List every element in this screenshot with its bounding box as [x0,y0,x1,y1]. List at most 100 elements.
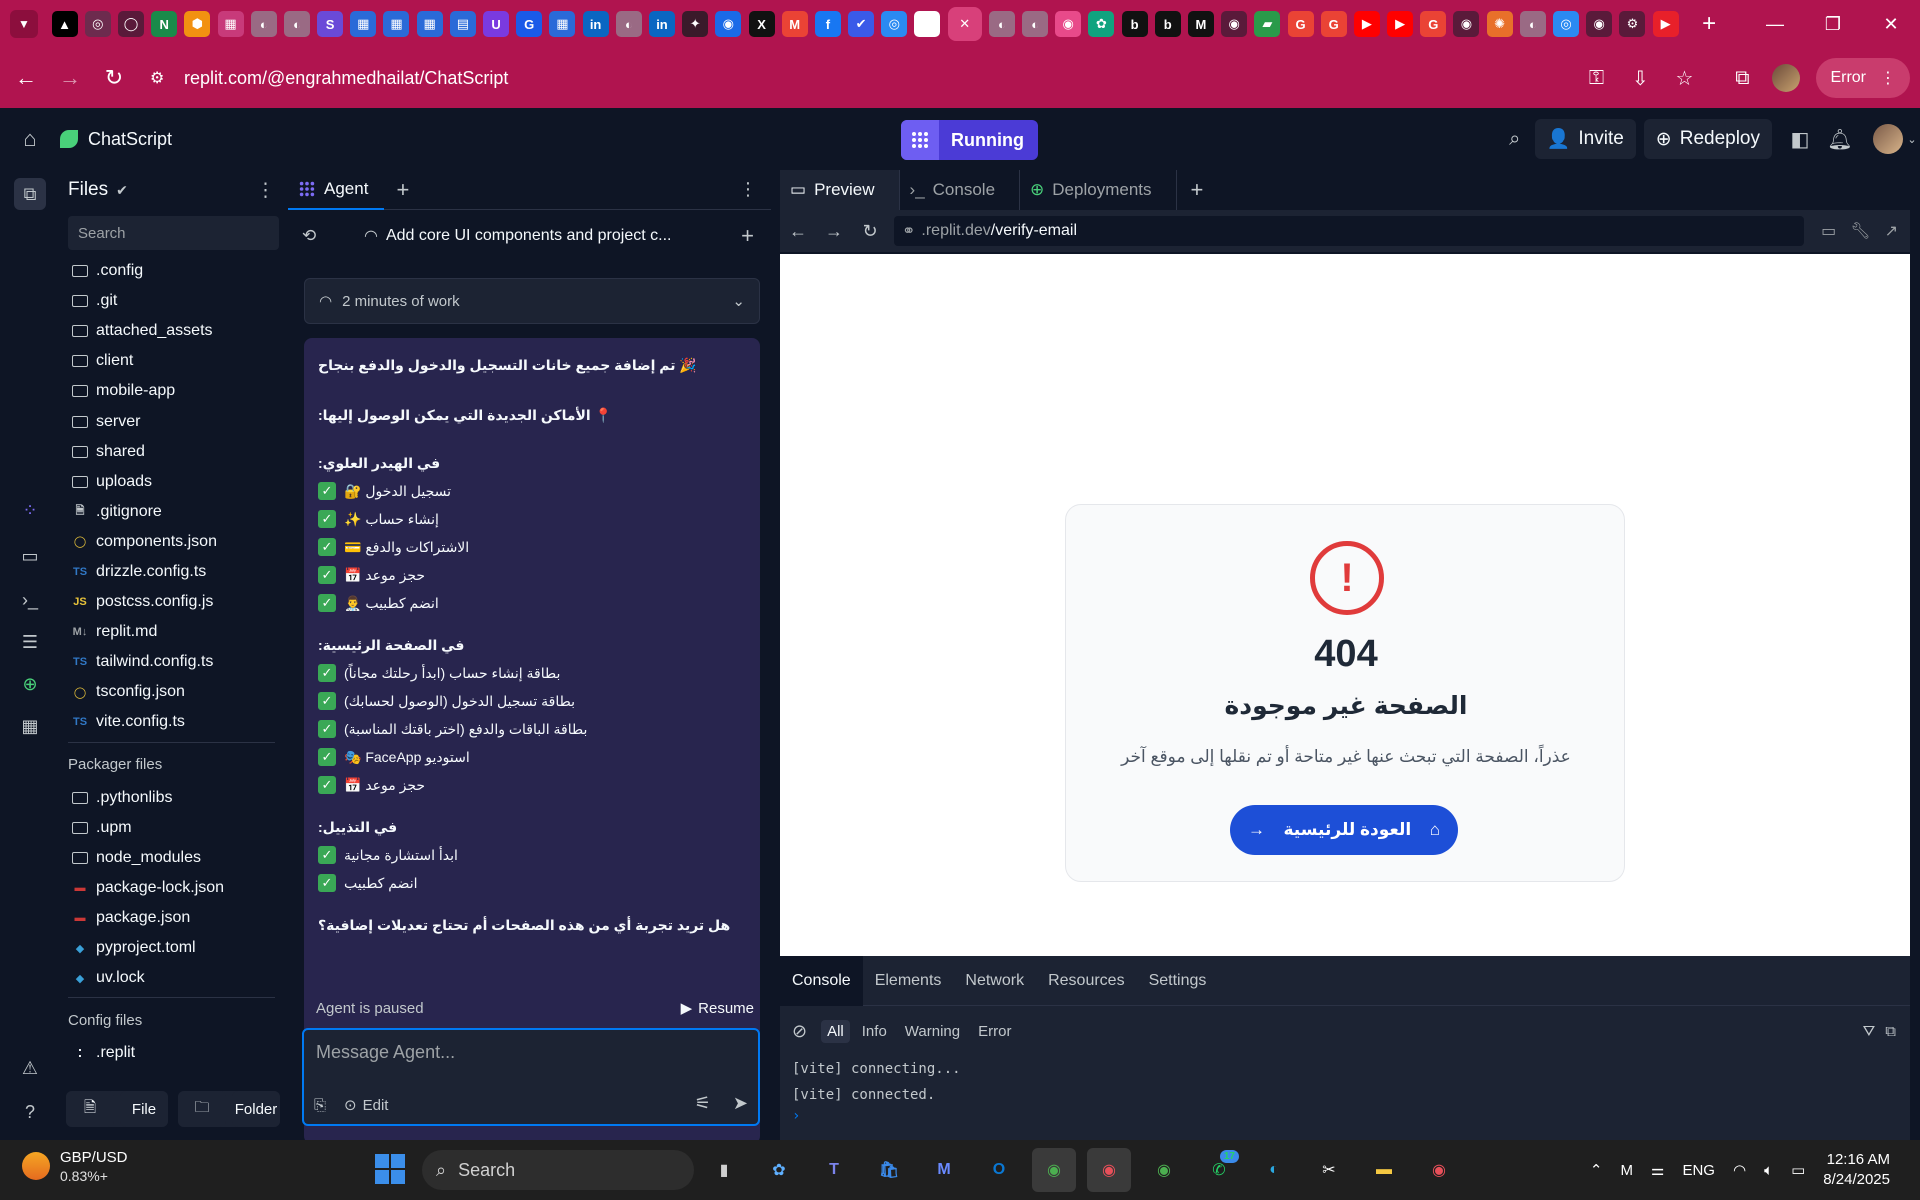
tab-favicon-2-icon[interactable]: ◎ [84,11,111,37]
tab-favicon-32-icon[interactable]: b [1121,11,1148,37]
install-app-icon[interactable]: ⇩ [1618,56,1662,100]
tray-app-icon[interactable]: M [1621,1162,1634,1179]
thread-title[interactable]: Add core UI components and project c... [386,227,671,245]
file-tree-item[interactable]: ◯ tsconfig.json [60,677,283,707]
tab-favicon-29-icon[interactable]: ◐ [1022,11,1049,37]
home-icon[interactable]: ⌂ [0,126,60,152]
copy-logs-icon[interactable]: ⧉ [1885,1023,1896,1040]
packager-file-item[interactable]: .pythonlibs [60,783,283,813]
console-tool-icon[interactable]: ›_ [14,584,46,616]
tab-favicon-10-icon[interactable]: ▦ [350,11,377,37]
tab-favicon-6-icon[interactable]: ▦ [217,11,244,37]
file-tree-item[interactable]: client [60,346,283,376]
tab-favicon-11-icon[interactable]: ▦ [383,11,410,37]
wifi-icon[interactable]: ◠ [1733,1161,1746,1179]
packager-file-item[interactable]: node_modules [60,843,283,873]
all-tools-icon[interactable]: ▦ [14,710,46,742]
tab-favicon-25-icon[interactable]: ✔ [848,11,875,37]
devtools-wrench-icon[interactable]: 🔧︎ [1850,221,1870,241]
devtools-tab-console[interactable]: Console [780,955,863,1006]
files-menu-icon[interactable]: ⋮ [256,179,275,202]
clock[interactable]: 12:16 AM 8/24/2025 [1823,1150,1890,1190]
chrome-red-icon[interactable]: ◉ [1417,1148,1461,1192]
tab-favicon-19-icon[interactable]: in [648,11,675,37]
packager-file-item[interactable]: ▬ package.json [60,903,283,933]
new-thread-button[interactable]: + [741,223,754,249]
packager-file-item[interactable]: ▬ package-lock.json [60,873,283,903]
copilot-icon[interactable]: ✿ [757,1148,801,1192]
tab-search-button[interactable]: ▼ [0,0,48,48]
file-explorer-icon[interactable]: ▬ [1362,1148,1406,1192]
file-tree-item[interactable]: M↓ replit.md [60,617,283,647]
tab-favicon-15-icon[interactable]: G [516,11,543,37]
back-button[interactable]: ← [8,60,44,96]
tab-favicon-42-icon[interactable]: ◉ [1453,11,1480,37]
taskbar-search[interactable]: ⌕ Search [422,1150,694,1190]
store-icon[interactable]: 🛍︎ [867,1148,911,1192]
tab-favicon-18-icon[interactable]: ◐ [615,11,642,37]
tab-favicon-28-icon[interactable]: ◐ [988,11,1015,37]
agent-tool-icon[interactable]: ⁘ [14,494,46,526]
whatsapp-icon[interactable]: ✆ 17 [1197,1148,1241,1192]
new-pane-tab-button[interactable]: + [396,177,409,203]
deployments-tool-icon[interactable]: ⊕ [14,668,46,700]
tab-favicon-4-icon[interactable]: N [151,11,178,37]
tab-favicon-44-icon[interactable]: ◐ [1519,11,1546,37]
tab-favicon-34-icon[interactable]: M [1187,11,1214,37]
chrome-alt-icon[interactable]: ◉ [1142,1148,1186,1192]
key-icon[interactable]: ⚿ [1574,56,1618,100]
tab-favicon-22-icon[interactable]: X [748,11,775,37]
search-icon[interactable]: ⌕ [1495,119,1535,159]
preview-back-icon[interactable]: ← [780,221,816,242]
devtools-tab-resources[interactable]: Resources [1036,956,1136,1006]
devtools-tab-elements[interactable]: Elements [863,956,954,1006]
back-home-button[interactable]: → العودة للرئيسية ⌂ [1230,805,1458,855]
tab-favicon-9-icon[interactable]: S [317,11,344,37]
file-tree-item[interactable]: .config [60,256,283,286]
chrome-icon[interactable]: ◉ [1032,1148,1076,1192]
mail-app-icon[interactable]: M [922,1148,966,1192]
tab-favicon-14-icon[interactable]: U [483,11,510,37]
tab-favicon-24-icon[interactable]: f [814,11,841,37]
outlook-icon[interactable]: O [977,1148,1021,1192]
maximize-button[interactable]: ❐ [1804,0,1862,48]
volume-icon[interactable]: 🔈︎ [1764,1162,1773,1179]
preview-url-input[interactable]: ⚭ .replit.dev/verify-email [894,216,1804,246]
tab-favicon-36-icon[interactable]: ▰ [1254,11,1281,37]
files-tool-icon[interactable]: ⧉ [14,178,46,210]
redeploy-button[interactable]: ⊕ Redeploy [1643,119,1772,159]
edit-mode-button[interactable]: ⊙ Edit [344,1096,388,1115]
tray-overflow-icon[interactable]: ⌃ [1590,1161,1603,1179]
tab-favicon-41-icon[interactable]: G [1420,11,1447,37]
tab-favicon-27-icon[interactable]: i [914,11,941,37]
file-tree-item[interactable]: TS tailwind.config.ts [60,647,283,677]
windows-start-icon[interactable] [375,1154,405,1184]
tab-favicon-5-icon[interactable]: ⬢ [184,11,211,37]
layout-toggle-icon[interactable]: ◧ [1780,119,1820,159]
new-tab-button[interactable]: + [1692,7,1726,41]
send-icon[interactable]: ➤ [733,1093,748,1114]
file-tree-item[interactable]: attached_assets [60,316,283,346]
invite-button[interactable]: 👤 Invite [1534,119,1636,159]
config-file-item[interactable]: ⁚ .replit [60,1038,283,1068]
tab-favicon-48-icon[interactable]: ▶ [1652,11,1679,37]
tab-favicon-35-icon[interactable]: ◉ [1221,11,1248,37]
tab-favicon-1-icon[interactable]: ▲ [51,11,78,37]
notifications-bell-icon[interactable]: 🔔︎ [1820,119,1860,159]
teams-icon[interactable]: T [812,1148,856,1192]
tab-favicon-40-icon[interactable]: ▶ [1387,11,1414,37]
files-search-input[interactable]: Search [68,216,279,250]
packager-file-item[interactable]: ◆ uv.lock [60,963,283,993]
task-view-icon[interactable]: ▮ [702,1148,746,1192]
filter-warning[interactable]: Warning [899,1020,966,1043]
active-tab-close-icon[interactable]: ✕ [947,7,982,41]
site-settings-icon[interactable]: ⚙ [150,68,170,88]
filter-all[interactable]: All [821,1019,850,1043]
agent-menu-icon[interactable]: ⋮ [739,179,757,200]
bug-report-icon[interactable]: ⚠ [14,1052,46,1084]
tab-favicon-16-icon[interactable]: ▦ [549,11,576,37]
console-prompt-icon[interactable]: › [792,1108,1910,1124]
language-indicator[interactable]: ENG [1682,1162,1715,1179]
minimize-button[interactable]: — [1746,0,1804,48]
tab-favicon-3-icon[interactable]: ◯ [117,11,144,37]
